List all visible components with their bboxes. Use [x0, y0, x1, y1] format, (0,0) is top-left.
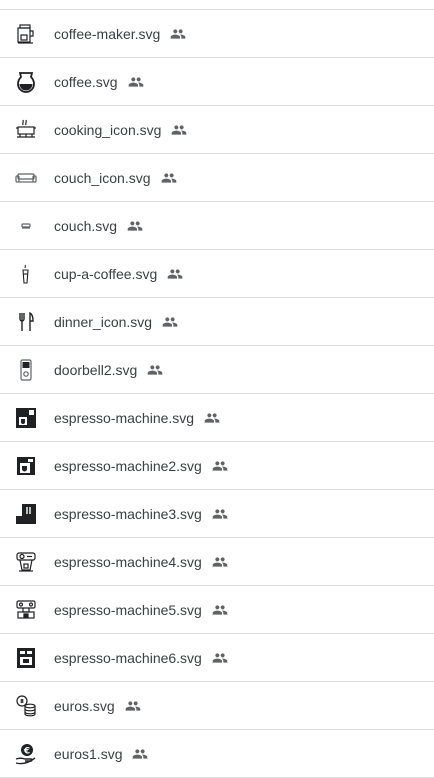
file-row[interactable]: espresso-machine2.svg [0, 442, 434, 490]
file-row[interactable]: espresso-machine4.svg [0, 538, 434, 586]
euro-hand-icon: € [14, 742, 38, 766]
file-row[interactable]: cooking_icon.svg [0, 106, 434, 154]
shared-people-icon [212, 650, 228, 666]
shared-people-icon [212, 506, 228, 522]
file-name[interactable]: euros.svg [54, 698, 115, 714]
file-row[interactable]: couch.svg [0, 202, 434, 250]
shared-people-icon [147, 362, 163, 378]
shared-people-icon [125, 698, 141, 714]
file-name[interactable]: espresso-machine2.svg [54, 458, 202, 474]
espresso-machine-4-icon [14, 550, 38, 574]
file-name[interactable]: euros1.svg [54, 746, 122, 762]
file-row[interactable]: coffee.svg [0, 58, 434, 106]
file-row[interactable]: espresso-machine5.svg [0, 586, 434, 634]
file-name[interactable]: coffee.svg [54, 74, 118, 90]
doorbell-icon [14, 358, 38, 382]
file-name[interactable]: couch_icon.svg [54, 170, 151, 186]
file-row[interactable] [0, 0, 434, 10]
file-name[interactable]: espresso-machine3.svg [54, 506, 202, 522]
fork-knife-icon [14, 310, 38, 334]
file-name[interactable]: doorbell2.svg [54, 362, 137, 378]
shared-people-icon [162, 314, 178, 330]
file-name[interactable]: espresso-machine6.svg [54, 650, 202, 666]
shared-people-icon [204, 410, 220, 426]
file-name[interactable]: dinner_icon.svg [54, 314, 152, 330]
file-row[interactable]: euros.svg [0, 682, 434, 730]
espresso-machine-2-icon [14, 454, 38, 478]
couch-small-icon [14, 214, 38, 238]
file-name[interactable]: espresso-machine4.svg [54, 554, 202, 570]
coffee-cup-icon [14, 262, 38, 286]
file-row[interactable]: espresso-machine6.svg [0, 634, 434, 682]
file-row[interactable]: € euros1.svg [0, 730, 434, 778]
coffee-maker-icon [14, 22, 38, 46]
shared-people-icon [128, 74, 144, 90]
espresso-machine-3-icon [14, 502, 38, 526]
shared-people-icon [167, 266, 183, 282]
file-row[interactable]: espresso-machine3.svg [0, 490, 434, 538]
shared-people-icon [161, 170, 177, 186]
shared-people-icon [170, 26, 186, 42]
shared-people-icon [212, 602, 228, 618]
shared-people-icon [127, 218, 143, 234]
file-name[interactable]: espresso-machine5.svg [54, 602, 202, 618]
file-name[interactable]: cooking_icon.svg [54, 122, 161, 138]
shared-people-icon [171, 122, 187, 138]
file-name[interactable]: espresso-machine.svg [54, 410, 194, 426]
file-name[interactable]: cup-a-coffee.svg [54, 266, 157, 282]
file-name[interactable]: coffee-maker.svg [54, 26, 160, 42]
file-row[interactable]: coffee-maker.svg [0, 10, 434, 58]
file-row[interactable]: couch_icon.svg [0, 154, 434, 202]
couch-outline-icon [14, 166, 38, 190]
espresso-machine-6-icon [14, 646, 38, 670]
file-name[interactable]: couch.svg [54, 218, 117, 234]
shared-people-icon [212, 458, 228, 474]
file-row[interactable]: espresso-machine.svg [0, 394, 434, 442]
file-row[interactable]: dinner_icon.svg [0, 298, 434, 346]
espresso-machine-icon [14, 406, 38, 430]
coin-stack-icon [14, 694, 38, 718]
shared-people-icon [212, 554, 228, 570]
cooking-pot-icon [14, 118, 38, 142]
shared-people-icon [132, 746, 148, 762]
espresso-machine-5-icon [14, 598, 38, 622]
svg-text:€: € [23, 746, 30, 756]
file-row[interactable]: doorbell2.svg [0, 346, 434, 394]
file-row[interactable]: cup-a-coffee.svg [0, 250, 434, 298]
coffee-pot-icon [14, 70, 38, 94]
file-list: coffee-maker.svg coffee.svg cooking_icon.s… [0, 0, 434, 778]
